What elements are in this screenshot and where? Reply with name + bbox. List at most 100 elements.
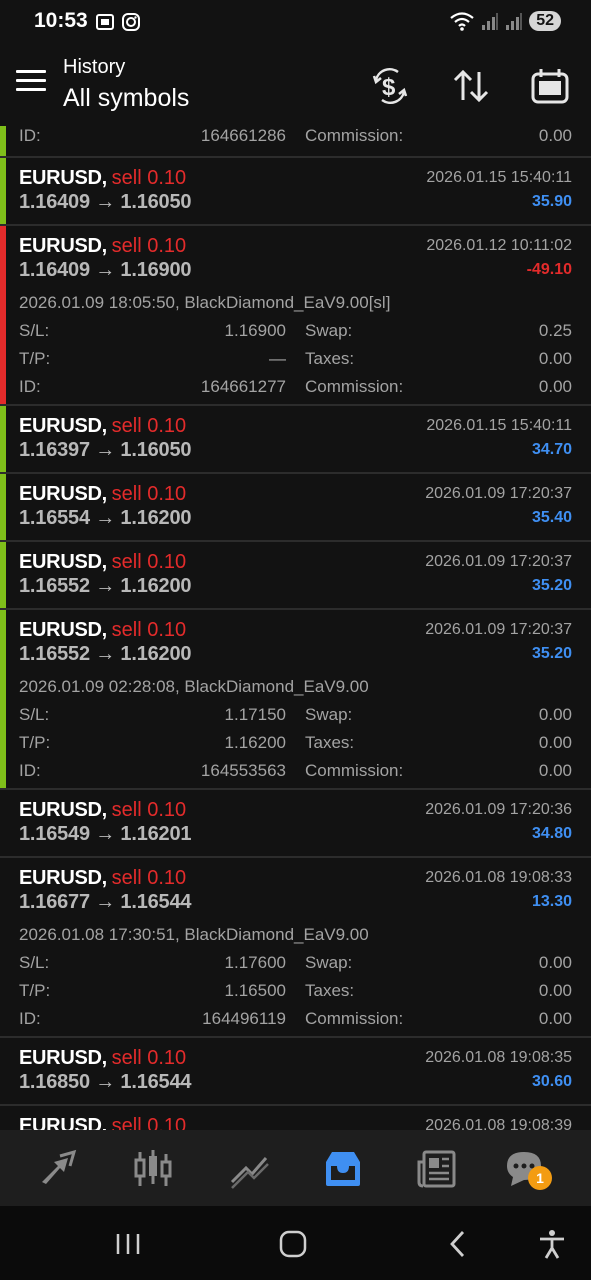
profit-value: 35.40 xyxy=(531,509,572,526)
symbol: EURUSD, xyxy=(19,483,107,505)
news-icon[interactable] xyxy=(416,1148,458,1190)
price-range: 1.16397 → 1.16050 xyxy=(19,439,192,461)
deal-row-expanded[interactable]: EURUSD, sell 0.10 2026.01.09 17:20:37 1.… xyxy=(0,610,591,790)
commission-label: Commission: xyxy=(305,1009,404,1028)
profit-value: 35.20 xyxy=(531,645,572,662)
price-range: 1.16409 → 1.16900 xyxy=(19,259,192,281)
deal-action: sell 0.10 xyxy=(111,1047,187,1069)
chat-badge: 1 xyxy=(528,1166,552,1190)
price-range: 1.16850 → 1.16544 xyxy=(19,1071,192,1093)
symbol: EURUSD, xyxy=(19,235,107,257)
accessibility-icon[interactable] xyxy=(536,1228,568,1260)
profit-value: 13.30 xyxy=(531,893,572,910)
status-right-icons: 52 xyxy=(449,10,561,32)
order-id: 164661277 xyxy=(200,377,286,396)
deal-row[interactable]: EURUSD, sell 0.10 2026.01.09 17:20:37 1.… xyxy=(0,542,591,610)
home-icon[interactable] xyxy=(277,1228,309,1260)
taxes-value: 0.00 xyxy=(538,981,572,1000)
tp-value: 1.16500 xyxy=(224,981,286,1000)
close-time: 2026.01.09 17:20:37 xyxy=(425,621,572,638)
deal-row[interactable]: EURUSD, sell 0.10 2026.01.08 19:08:39 xyxy=(0,1106,591,1130)
quotes-icon[interactable] xyxy=(38,1148,80,1190)
status-time: 10:53 xyxy=(34,9,88,32)
deal-action: sell 0.10 xyxy=(111,483,187,505)
history-list[interactable]: ID: 164661286 Commission: 0.00 EURUSD, s… xyxy=(0,126,591,1130)
taxes-label: Taxes: xyxy=(305,733,355,752)
profit-value: 34.70 xyxy=(531,441,572,458)
tp-label: T/P: xyxy=(19,349,51,368)
signal-icon xyxy=(506,13,523,30)
price-range: 1.16677 → 1.16544 xyxy=(19,891,192,913)
close-time: 2026.01.08 19:08:33 xyxy=(425,869,572,886)
bottom-navigation xyxy=(0,1130,591,1206)
open-info: 2026.01.08 17:30:51, BlackDiamond_EaV9.0… xyxy=(19,925,369,944)
history-icon[interactable] xyxy=(322,1148,364,1190)
deal-row-expanded[interactable]: EURUSD, sell 0.10 2026.01.08 19:08:33 1.… xyxy=(0,858,591,1038)
chart-icon[interactable] xyxy=(132,1148,174,1190)
deal-action: sell 0.10 xyxy=(111,867,187,889)
deal-action: sell 0.10 xyxy=(111,1115,187,1130)
calendar-icon[interactable] xyxy=(530,66,570,106)
tp-value: — xyxy=(269,349,286,368)
deal-row[interactable]: EURUSD, sell 0.10 2026.01.08 19:08:35 1.… xyxy=(0,1038,591,1106)
id-label: ID: xyxy=(19,377,41,396)
swap-value: 0.00 xyxy=(538,705,572,724)
symbol: EURUSD, xyxy=(19,619,107,641)
sort-icon[interactable] xyxy=(451,66,491,106)
deal-action: sell 0.10 xyxy=(111,551,187,573)
price-range: 1.16554 → 1.16200 xyxy=(19,507,192,529)
wifi-icon xyxy=(450,12,474,31)
deal-row-partial[interactable]: ID: 164661286 Commission: 0.00 xyxy=(0,126,591,158)
price-range: 1.16552 → 1.16200 xyxy=(19,643,192,665)
symbol: EURUSD, xyxy=(19,1047,107,1069)
price-range: 1.16552 → 1.16200 xyxy=(19,575,192,597)
swap-label: Swap: xyxy=(305,321,353,340)
deal-row[interactable]: EURUSD, sell 0.10 2026.01.09 17:20:37 1.… xyxy=(0,474,591,542)
commission-value: 0.00 xyxy=(538,126,572,145)
app-header: History All symbols $ xyxy=(0,44,591,126)
commission-value: 0.00 xyxy=(538,761,572,780)
tp-label: T/P: xyxy=(19,733,51,752)
deal-row[interactable]: EURUSD, sell 0.10 2026.01.09 17:20:36 1.… xyxy=(0,790,591,858)
deal-row[interactable]: EURUSD, sell 0.10 2026.01.15 15:40:11 1.… xyxy=(0,406,591,474)
close-time: 2026.01.09 17:20:37 xyxy=(425,553,572,570)
currency-exchange-icon[interactable]: $ xyxy=(370,66,410,106)
id-label: ID: xyxy=(19,1009,41,1028)
symbol: EURUSD, xyxy=(19,799,107,821)
status-left-icons xyxy=(95,12,141,32)
sl-label: S/L: xyxy=(19,321,50,340)
swap-label: Swap: xyxy=(305,953,353,972)
sl-value: 1.17150 xyxy=(224,705,286,724)
profit-value: -49.10 xyxy=(526,261,572,278)
id-label: ID: xyxy=(19,126,41,145)
menu-icon[interactable] xyxy=(16,70,46,94)
close-time: 2026.01.15 15:40:11 xyxy=(426,417,572,434)
close-time: 2026.01.08 19:08:39 xyxy=(425,1117,572,1130)
deal-row-expanded[interactable]: EURUSD, sell 0.10 2026.01.12 10:11:02 1.… xyxy=(0,226,591,406)
order-id: 164553563 xyxy=(200,761,286,780)
open-info: 2026.01.09 18:05:50, BlackDiamond_EaV9.0… xyxy=(19,293,391,312)
header-title[interactable]: All symbols xyxy=(63,84,189,113)
svg-text:$: $ xyxy=(382,74,396,101)
swap-value: 0.00 xyxy=(538,953,572,972)
commission-label: Commission: xyxy=(305,126,404,145)
close-time: 2026.01.09 17:20:36 xyxy=(425,801,572,818)
close-time: 2026.01.09 17:20:37 xyxy=(425,485,572,502)
sl-label: S/L: xyxy=(19,953,50,972)
order-id: 164496119 xyxy=(202,1009,286,1028)
instagram-icon xyxy=(122,13,140,31)
order-id: 164661286 xyxy=(200,126,286,145)
close-time: 2026.01.15 15:40:11 xyxy=(426,169,572,186)
deal-action: sell 0.10 xyxy=(111,799,187,821)
close-time: 2026.01.12 10:11:02 xyxy=(426,237,572,254)
deal-row[interactable]: EURUSD, sell 0.10 2026.01.15 15:40:11 1.… xyxy=(0,158,591,226)
trade-icon[interactable] xyxy=(228,1148,270,1190)
recent-apps-icon[interactable] xyxy=(112,1228,144,1260)
commission-value: 0.00 xyxy=(538,1009,572,1028)
header-subtitle: History xyxy=(63,56,126,78)
price-range: 1.16409 → 1.16050 xyxy=(19,191,192,213)
battery-indicator: 52 xyxy=(529,11,561,31)
sl-value: 1.17600 xyxy=(224,953,286,972)
back-icon[interactable] xyxy=(443,1228,475,1260)
profit-value: 30.60 xyxy=(531,1073,572,1090)
